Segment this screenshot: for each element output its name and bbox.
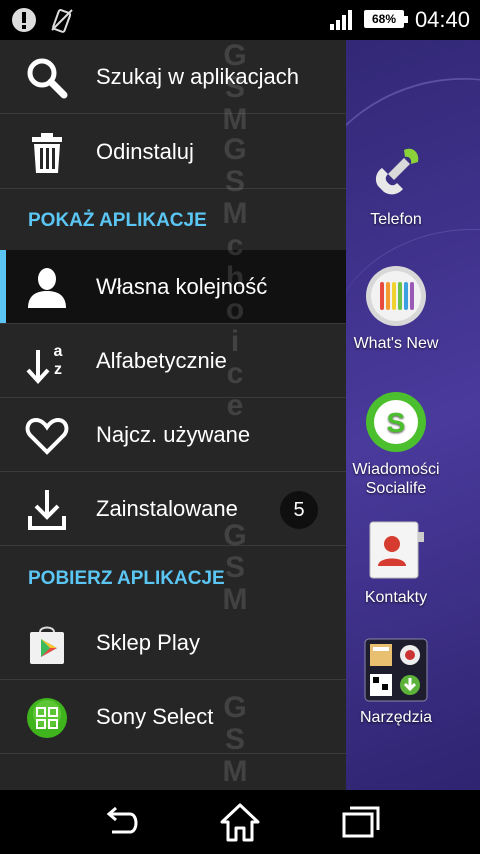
uninstall-item[interactable]: Odinstaluj (0, 115, 346, 189)
sort-own-order-item[interactable]: Własna kolejność (0, 250, 346, 324)
app-socialife[interactable]: S Wiadomości Socialife (346, 390, 446, 498)
menu-item-label: Alfabetycznie (96, 347, 227, 373)
app-whats-new[interactable]: What's New (346, 264, 446, 353)
menu-item-label: Szukaj w aplikacjach (96, 63, 299, 89)
menu-item-label: Odinstaluj (96, 138, 194, 164)
back-icon[interactable] (100, 800, 144, 844)
menu-item-label: Najcz. używane (96, 421, 251, 447)
signal-icon (330, 8, 354, 30)
status-bar: 68% 04:40 (0, 0, 480, 40)
sony-select-icon (27, 698, 67, 738)
home-icon[interactable] (218, 800, 262, 844)
app-drawer-menu: Szukaj w aplikacjach Odinstaluj POKAŻ AP… (0, 40, 346, 790)
sort-most-used-item[interactable]: Najcz. używane (0, 398, 346, 472)
svg-text:a: a (54, 343, 63, 360)
play-store-icon (30, 626, 64, 664)
app-label: Narzędzia (359, 709, 433, 726)
search-icon (27, 58, 68, 99)
svg-text:S: S (387, 407, 406, 438)
navigation-bar (0, 790, 480, 854)
alert-icon (12, 8, 36, 32)
tools-folder-icon (364, 638, 428, 702)
app-telefon[interactable]: Telefon (346, 140, 446, 229)
no-vibration-icon (51, 9, 73, 33)
socialife-icon: S (364, 390, 428, 454)
watermark: GSM (222, 519, 248, 616)
watermark: GSM (222, 39, 248, 136)
sort-az-icon: a z (26, 343, 63, 384)
watermark: GSMchoice (222, 133, 248, 422)
contacts-icon (364, 518, 428, 582)
menu-item-label: Sklep Play (96, 629, 200, 655)
app-narzedzia-folder[interactable]: Narzędzia (346, 638, 446, 727)
watermark: GSM (222, 691, 248, 788)
play-store-item[interactable]: Sklep Play (0, 606, 346, 680)
download-icon (28, 490, 66, 530)
app-kontakty[interactable]: Kontakty (346, 518, 446, 607)
sort-alphabetical-item[interactable]: a z Alfabetycznie (0, 324, 346, 398)
svg-text:z: z (54, 361, 62, 378)
trash-icon (32, 133, 62, 173)
app-label: What's New (353, 335, 439, 352)
phone-icon (364, 140, 428, 204)
app-label: Telefon (370, 211, 422, 228)
menu-item-label: Sony Select (96, 703, 214, 729)
sort-installed-item[interactable]: Zainstalowane 5 (0, 472, 346, 546)
app-label: Kontakty (364, 589, 428, 606)
app-label: Wiadomości Socialife (352, 461, 440, 497)
menu-item-label: Zainstalowane (96, 495, 238, 521)
recent-apps-icon[interactable] (340, 800, 384, 844)
home-app-column: Telefon What's New S Wiadomości Socialif… (346, 0, 480, 790)
sony-select-item[interactable]: Sony Select (0, 680, 346, 754)
section-header-get-apps: POBIERZ APLIKACJE (28, 568, 225, 589)
section-header-show-apps: POKAŻ APLIKACJE (28, 210, 207, 231)
clock: 04:40 (414, 7, 470, 32)
person-icon (28, 268, 66, 308)
battery-icon: 68% (364, 10, 408, 28)
installed-count-badge: 5 (280, 491, 318, 529)
heart-icon (25, 417, 69, 455)
whats-new-icon (364, 264, 428, 328)
search-apps-item[interactable]: Szukaj w aplikacjach (0, 40, 346, 114)
